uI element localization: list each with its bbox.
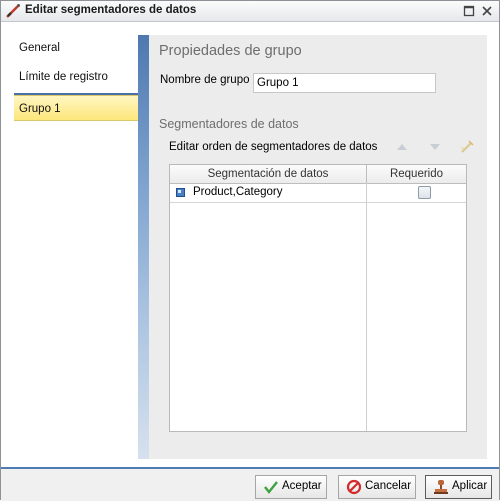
sidebar-item-group-1[interactable]: Grupo 1 (14, 95, 138, 121)
column-header-slicer[interactable]: Segmentación de datos (170, 165, 367, 183)
accept-label: Aceptar (282, 480, 322, 492)
edit-order-label: Editar orden de segmentadores de datos (169, 141, 378, 153)
cancel-icon (346, 479, 362, 495)
column-divider (366, 183, 367, 431)
slicer-name: Product,Category (193, 186, 283, 198)
dialog-footer: Aceptar Cancelar Aplicar (1, 467, 499, 501)
group-name-input[interactable] (253, 73, 436, 93)
sidebar-item-record-limit[interactable]: Límite de registro (14, 64, 138, 90)
dialog-window: Editar segmentadores de datos General Lí… (0, 0, 500, 501)
sidebar: General Límite de registro Grupo 1 (14, 35, 138, 457)
maximize-icon[interactable] (462, 4, 476, 18)
apply-stamp-icon (434, 480, 448, 494)
move-down-icon[interactable] (428, 140, 442, 154)
close-icon[interactable] (480, 4, 494, 18)
cancel-label: Cancelar (365, 480, 412, 492)
required-checkbox[interactable] (418, 186, 431, 199)
slicer-field-icon (176, 188, 185, 197)
move-up-icon[interactable] (395, 140, 409, 154)
checkmark-icon (264, 481, 278, 494)
apply-button[interactable]: Aplicar (425, 475, 492, 499)
remove-slicer-icon[interactable] (460, 140, 474, 154)
column-header-required[interactable]: Requerido (367, 165, 466, 183)
slicers-heading: Segmentadores de datos (159, 117, 299, 131)
sidebar-item-general[interactable]: General (14, 35, 138, 61)
edit-slicers-icon (6, 4, 20, 18)
panel-splitter[interactable] (138, 35, 149, 459)
group-properties-heading: Propiedades de grupo (159, 43, 302, 59)
group-name-label: Nombre de grupo (160, 74, 250, 86)
slicers-table: Segmentación de datos Requerido Product,… (169, 164, 467, 432)
window-title: Editar segmentadores de datos (25, 4, 197, 16)
accept-button[interactable]: Aceptar (255, 475, 327, 499)
apply-label: Aplicar (452, 480, 488, 492)
title-bar: Editar segmentadores de datos (1, 1, 499, 22)
table-header: Segmentación de datos Requerido (170, 165, 466, 184)
cancel-button[interactable]: Cancelar (338, 475, 416, 499)
table-row[interactable]: Product,Category (170, 184, 466, 203)
